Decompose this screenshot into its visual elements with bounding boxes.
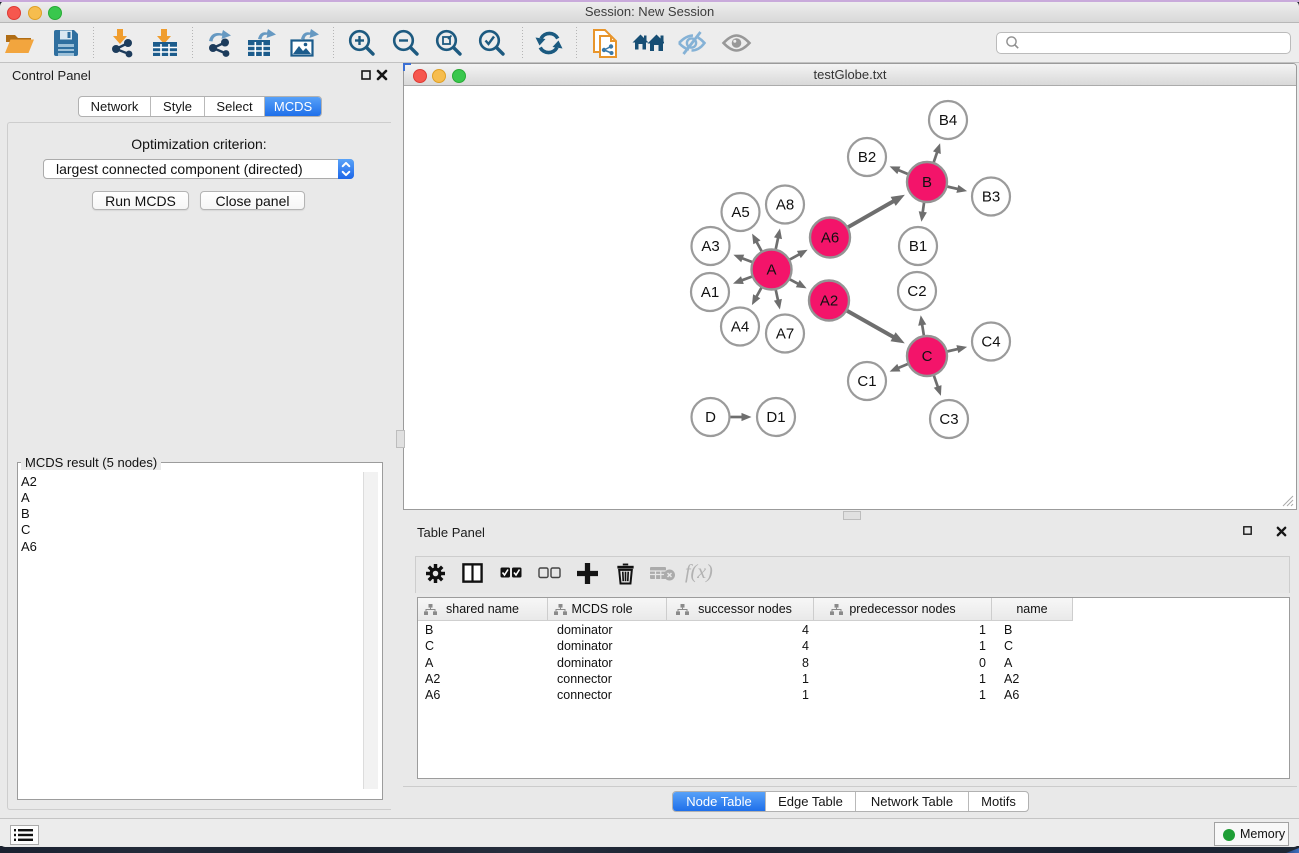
svg-text:A2: A2 — [820, 293, 838, 310]
svg-text:C1: C1 — [857, 373, 876, 390]
svg-text:A7: A7 — [776, 326, 794, 343]
svg-text:B4: B4 — [939, 112, 957, 129]
svg-text:C: C — [922, 348, 933, 365]
svg-text:A5: A5 — [731, 204, 749, 221]
svg-text:A6: A6 — [821, 230, 839, 247]
svg-text:C4: C4 — [981, 334, 1000, 351]
svg-text:B: B — [922, 174, 932, 191]
svg-text:B1: B1 — [909, 238, 927, 255]
svg-text:A3: A3 — [701, 238, 719, 255]
svg-text:C3: C3 — [939, 411, 958, 428]
svg-text:B2: B2 — [858, 149, 876, 166]
svg-text:B3: B3 — [982, 189, 1000, 206]
svg-text:A: A — [766, 262, 776, 279]
svg-text:A1: A1 — [701, 284, 719, 301]
svg-text:A8: A8 — [776, 197, 794, 214]
svg-text:A4: A4 — [731, 319, 749, 336]
svg-text:D1: D1 — [766, 409, 785, 426]
svg-text:D: D — [705, 409, 716, 426]
svg-text:C2: C2 — [907, 283, 926, 300]
